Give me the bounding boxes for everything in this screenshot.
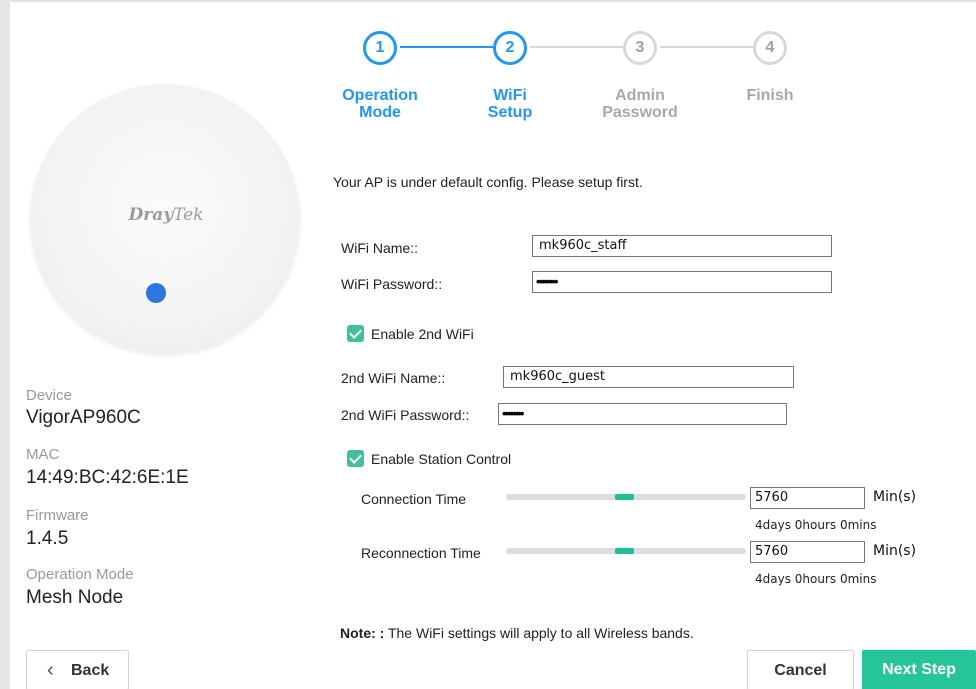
- chevron-left-icon: ‹: [47, 659, 54, 681]
- step-3-circle: 3: [623, 31, 657, 65]
- note-prefix: Note: :: [340, 625, 385, 641]
- device-label: Device: [26, 387, 72, 404]
- enable-2nd-wifi-label: Enable 2nd WiFi: [371, 326, 474, 342]
- connection-time-duration: 4days 0hours 0mins: [755, 518, 877, 532]
- step-1-label-line1: Operation: [342, 87, 418, 104]
- operation-mode-value: Mesh Node: [26, 587, 124, 608]
- wifi-name-input[interactable]: mk960c_staff: [532, 235, 832, 257]
- wifi2-password-label: 2nd WiFi Password::: [341, 407, 470, 423]
- step-4-label: Finish: [715, 87, 825, 104]
- step-1-label: Operation Mode: [325, 87, 435, 121]
- reconnection-time-unit: Min(s): [873, 543, 917, 559]
- step-connector-1-2: [400, 46, 495, 48]
- wifi-password-input[interactable]: ••••••••: [532, 271, 832, 293]
- device-image: DrayTek: [30, 84, 300, 354]
- step-2-circle: 2: [493, 31, 527, 65]
- note-text: Note: : The WiFi settings will apply to …: [340, 625, 694, 641]
- device-value: VigorAP960C: [26, 407, 141, 428]
- operation-mode-label: Operation Mode: [26, 566, 134, 583]
- reconnection-time-input[interactable]: 5760: [750, 541, 865, 563]
- cancel-button[interactable]: Cancel: [747, 650, 854, 689]
- next-step-button[interactable]: Next Step: [862, 650, 976, 689]
- wifi2-name-input[interactable]: mk960c_guest: [503, 366, 794, 388]
- wifi-password-dots: ••••••••: [536, 274, 558, 289]
- intro-text: Your AP is under default config. Please …: [333, 174, 643, 190]
- draytek-logo: DrayTek: [116, 205, 216, 225]
- top-divider: [10, 0, 976, 2]
- note-body: The WiFi settings will apply to all Wire…: [384, 625, 694, 641]
- wifi-password-label: WiFi Password::: [341, 276, 443, 292]
- brand-bold: Dray: [128, 205, 174, 225]
- step-4-label-line1: Finish: [746, 87, 794, 104]
- back-button-label: Back: [71, 662, 110, 679]
- wifi2-password-dots: ••••••••: [502, 406, 524, 421]
- step-3-label-line1: Admin: [615, 87, 665, 104]
- reconnection-time-duration: 4days 0hours 0mins: [755, 572, 877, 586]
- wifi-name-label: WiFi Name::: [341, 240, 418, 256]
- enable-station-control-checkbox[interactable]: [347, 450, 364, 467]
- reconnection-time-label: Reconnection Time: [361, 545, 481, 561]
- wifi2-name-label: 2nd WiFi Name::: [341, 370, 446, 386]
- reconnection-time-slider-handle[interactable]: [615, 548, 634, 554]
- left-edge-bar: [0, 0, 10, 689]
- enable-station-control-label: Enable Station Control: [371, 451, 512, 467]
- enable-2nd-wifi-checkbox[interactable]: [347, 325, 364, 342]
- wifi2-password-input[interactable]: ••••••••: [498, 403, 787, 425]
- connection-time-slider-handle[interactable]: [615, 494, 634, 500]
- step-4-circle: 4: [753, 31, 787, 65]
- step-2-label-line2: Setup: [487, 104, 533, 121]
- step-2-label-line1: WiFi: [493, 87, 527, 104]
- step-3-label: Admin Password: [585, 87, 695, 121]
- mac-value: 14:49:BC:42:6E:1E: [26, 467, 189, 488]
- step-3-label-line2: Password: [602, 104, 678, 121]
- firmware-label: Firmware: [26, 507, 89, 524]
- step-connector-2-3: [530, 46, 625, 48]
- step-connector-3-4: [660, 46, 753, 48]
- device-led-icon: [146, 283, 166, 303]
- firmware-value: 1.4.5: [26, 528, 69, 549]
- brand-rest: Tek: [173, 205, 204, 225]
- connection-time-input[interactable]: 5760: [750, 487, 865, 509]
- step-1-circle: 1: [363, 31, 397, 65]
- back-button[interactable]: ‹ Back: [26, 650, 129, 689]
- mac-label: MAC: [26, 446, 60, 463]
- step-2-label: WiFi Setup: [455, 87, 565, 121]
- connection-time-unit: Min(s): [873, 489, 917, 505]
- step-1-label-line2: Mode: [359, 104, 401, 121]
- connection-time-label: Connection Time: [361, 491, 467, 507]
